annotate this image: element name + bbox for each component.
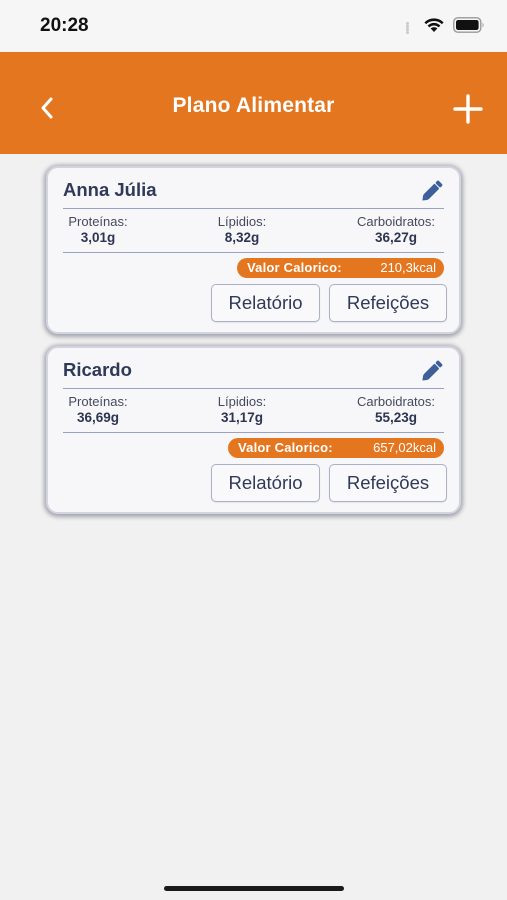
lipidios-label: Lípidios: [217, 214, 267, 229]
status-bar: 20:28 [0, 0, 507, 52]
nav-bar: Plano Alimentar [0, 52, 507, 154]
carboidratos-label: Carboidratos: [356, 214, 436, 229]
lipidios: Lípidios: 31,17g [204, 394, 280, 426]
lipidios-value: 8,32g [224, 230, 260, 245]
lipidios: Lípidios: 8,32g [204, 214, 280, 246]
plus-icon [453, 94, 483, 124]
divider [63, 252, 444, 253]
signal-dots-icon [406, 21, 409, 34]
carboidratos-value: 36,27g [374, 230, 418, 245]
proteinas-label: Proteínas: [68, 394, 128, 409]
calorie-label: Valor Calorico: [238, 440, 333, 455]
home-indicator[interactable] [164, 886, 344, 891]
carboidratos-label: Carboidratos: [356, 394, 436, 409]
calorie-badge: Valor Calorico: 657,02kcal [228, 438, 444, 458]
calorie-value: 210,3kcal [380, 260, 436, 275]
proteinas: Proteínas: 36,69g [62, 394, 134, 426]
refeicoes-button[interactable]: Refeições [329, 284, 447, 322]
patient-name: Ricardo [63, 359, 132, 380]
relatorio-button[interactable]: Relatório [211, 284, 320, 322]
status-time: 20:28 [40, 15, 89, 36]
lipidios-label: Lípidios: [217, 394, 267, 409]
battery-icon [453, 17, 485, 38]
divider [63, 208, 444, 209]
divider [63, 388, 444, 389]
add-button[interactable] [453, 94, 483, 124]
wifi-icon [423, 17, 445, 38]
proteinas-label: Proteínas: [68, 214, 128, 229]
carboidratos: Carboidratos: 55,23g [346, 394, 446, 426]
carboidratos: Carboidratos: 36,27g [346, 214, 446, 246]
proteinas: Proteínas: 3,01g [62, 214, 134, 246]
plan-card: Anna Júlia Proteínas: 3,01g Lípidios: 8,… [46, 166, 461, 334]
plan-card: Ricardo Proteínas: 36,69g Lípidios: 31,1… [46, 346, 461, 514]
proteinas-value: 36,69g [76, 410, 120, 425]
pencil-icon [422, 180, 443, 201]
calorie-badge: Valor Calorico: 210,3kcal [237, 258, 444, 278]
screen: 20:28 Plano Alimentar Anna Júlia Proteín… [0, 0, 507, 900]
calorie-value: 657,02kcal [373, 440, 436, 455]
patient-name: Anna Júlia [63, 179, 157, 200]
relatorio-button[interactable]: Relatório [211, 464, 320, 502]
edit-button[interactable] [418, 358, 446, 384]
divider [63, 432, 444, 433]
status-icons [398, 17, 485, 38]
edit-button[interactable] [418, 178, 446, 204]
carboidratos-value: 55,23g [374, 410, 418, 425]
pencil-icon [422, 360, 443, 381]
lipidios-value: 31,17g [220, 410, 264, 425]
proteinas-value: 3,01g [80, 230, 116, 245]
refeicoes-button[interactable]: Refeições [329, 464, 447, 502]
calorie-label: Valor Calorico: [247, 260, 342, 275]
page-title: Plano Alimentar [172, 94, 335, 117]
